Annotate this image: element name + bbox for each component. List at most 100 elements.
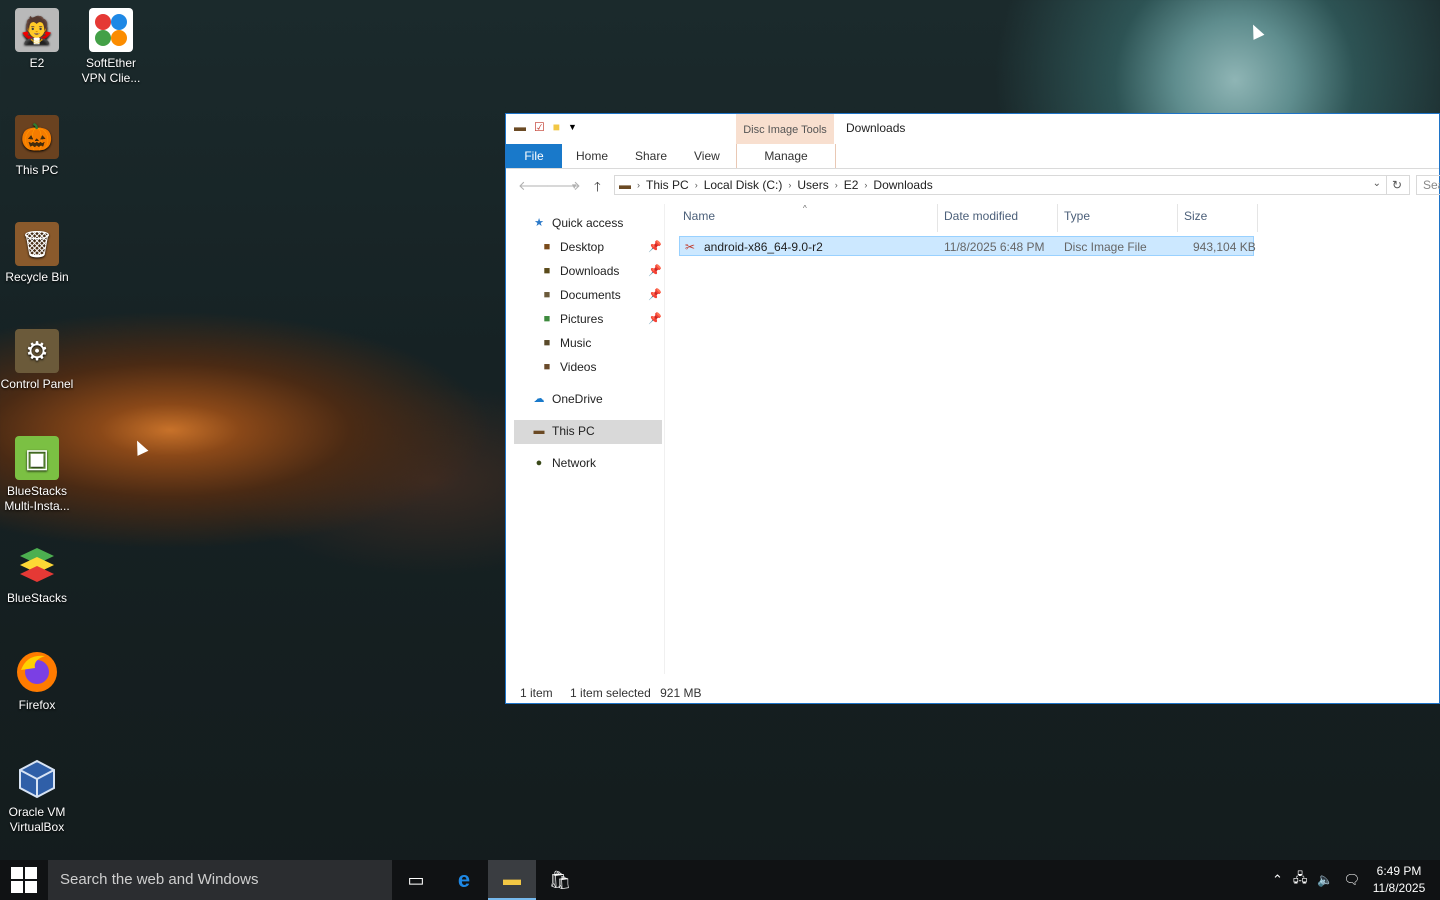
star-icon: ★	[534, 217, 544, 229]
cloud-icon: ☁	[533, 393, 545, 405]
search-input[interactable]: Sea	[1416, 175, 1440, 195]
column-header-date-modified[interactable]: Date modified	[944, 209, 1018, 223]
table-row[interactable]: ✂ android-x86_64-9.0-r2 11/8/2025 6:48 P…	[679, 236, 1256, 256]
pin-icon[interactable]: 📌	[648, 264, 662, 277]
show-hidden-icons-chevron-icon[interactable]: ⌃	[1272, 872, 1283, 888]
nav-item-pictures[interactable]: ■ Pictures	[540, 308, 604, 330]
action-center-icon[interactable]: 🗨	[1344, 872, 1361, 888]
nav-label: Network	[552, 456, 597, 470]
file-explorer-taskbar-icon[interactable]: ▬	[488, 860, 536, 900]
breadcrumb-separator: ›	[694, 180, 698, 190]
desktop-icon-virtualbox[interactable]: Oracle VM VirtualBox	[0, 757, 74, 835]
tab-share[interactable]: Share	[635, 144, 667, 168]
this-pc-icon: ▬	[619, 178, 631, 192]
nav-item-videos[interactable]: ■ Videos	[540, 356, 597, 378]
nav-label: Quick access	[552, 216, 624, 230]
recent-locations-chevron-icon[interactable]: ▾	[572, 181, 577, 192]
desktop-icon-bluestacks-multi[interactable]: ▣ BlueStacks Multi-Insta...	[0, 436, 74, 514]
breadcrumb-e2[interactable]: E2	[844, 178, 859, 192]
nav-item-desktop[interactable]: ■ Desktop	[540, 236, 604, 258]
nav-item-quick-access[interactable]: ★ Quick access	[532, 212, 623, 234]
taskbar-clock[interactable]: 6:49 PM 11/8/2025	[1366, 863, 1432, 897]
store-icon[interactable]: 🛍	[536, 860, 584, 900]
volume-muted-icon[interactable]: 🔈	[1317, 872, 1333, 888]
properties-icon[interactable]: ☑	[534, 120, 545, 134]
breadcrumb-users[interactable]: Users	[797, 178, 828, 192]
column-header-name[interactable]: Name	[683, 209, 715, 223]
taskbar-search-box[interactable]: Search the web and Windows	[48, 860, 392, 900]
desktop-icon-e2[interactable]: 🧛 E2	[0, 8, 74, 71]
window-title: Downloads	[846, 121, 906, 135]
sort-ascending-icon: ^	[803, 204, 807, 213]
taskbar: Search the web and Windows ▭ e ▬ 🛍 ⌃ 🖧 🔈…	[0, 860, 1440, 900]
breadcrumb-local-disk[interactable]: Local Disk (C:)	[704, 178, 783, 192]
clock-date: 11/8/2025	[1372, 881, 1426, 895]
title-bar[interactable]: ▬ ☑ ■ ▼ Disc Image Tools Downloads	[506, 114, 1439, 144]
desktop-icon-label: Control Panel	[0, 377, 74, 391]
tab-view[interactable]: View	[694, 144, 720, 168]
breadcrumb-separator: ›	[834, 180, 838, 190]
pin-icon[interactable]: 📌	[648, 240, 662, 253]
desktop-icon-control-panel[interactable]: ⚙ Control Panel	[0, 329, 74, 392]
status-bar: 1 item 1 item selected 921 MB	[520, 686, 715, 700]
system-tray: ⌃ 🖧 🔈 🗨	[1272, 860, 1360, 900]
column-header-type[interactable]: Type	[1064, 209, 1090, 223]
tab-file[interactable]: File	[506, 144, 562, 168]
customize-qat-icon[interactable]: ▼	[568, 122, 577, 132]
desktop-icon-this-pc[interactable]: 🎃 This PC	[0, 115, 74, 178]
refresh-icon[interactable]: ↻	[1386, 175, 1407, 195]
address-dropdown-icon[interactable]: ⌄	[1373, 178, 1381, 189]
column-separator[interactable]	[1257, 204, 1258, 232]
column-separator[interactable]	[937, 204, 938, 232]
ribbon-tabs: File Home Share View Manage	[506, 144, 1439, 169]
edge-icon[interactable]: e	[440, 860, 488, 900]
file-list: ^ Name Date modified Type Size ✂ android…	[676, 204, 1436, 674]
network-icon[interactable]: 🖧	[1293, 869, 1308, 891]
breadcrumb-this-pc[interactable]: This PC	[646, 178, 689, 192]
nav-label: Pictures	[560, 312, 604, 326]
virtualbox-cube-icon	[15, 757, 59, 801]
up-arrow-icon[interactable]: 🡑	[594, 178, 601, 200]
desktop-icon-recycle-bin[interactable]: 🗑 Recycle Bin	[0, 222, 74, 285]
firefox-icon	[15, 650, 59, 694]
task-view-icon[interactable]: ▭	[392, 860, 440, 900]
file-name: android-x86_64-9.0-r2	[704, 240, 823, 254]
desktop-icon-label: E2	[29, 56, 45, 70]
videos-folder-icon: ■	[543, 361, 551, 373]
desktop-icon-firefox[interactable]: Firefox	[0, 650, 74, 713]
clock-time: 6:49 PM	[1376, 864, 1422, 878]
disc-image-file-icon: ✂	[685, 240, 696, 254]
documents-folder-icon: ■	[543, 289, 551, 301]
desktop-icon-label: This PC	[15, 163, 59, 177]
downloads-folder-icon: ■	[543, 265, 551, 277]
column-separator[interactable]	[1177, 204, 1178, 232]
bluestacks-multi-icon: ▣	[15, 436, 59, 480]
desktop-icon-bluestacks[interactable]: BlueStacks	[0, 543, 74, 606]
nav-label: Desktop	[560, 240, 605, 254]
breadcrumb-downloads[interactable]: Downloads	[873, 178, 932, 192]
start-button[interactable]	[0, 860, 48, 900]
address-bar[interactable]: ▬ › This PC › Local Disk (C:) › Users › …	[614, 175, 1410, 195]
column-separator[interactable]	[1057, 204, 1058, 232]
pane-divider[interactable]	[664, 204, 665, 674]
file-explorer-window[interactable]: ▬ ☑ ■ ▼ Disc Image Tools Downloads File …	[505, 113, 1440, 704]
tab-home[interactable]: Home	[576, 144, 608, 168]
disc-image-tools-context-tab: Disc Image Tools	[736, 114, 834, 144]
quick-access-toolbar: ▬ ☑ ■ ▼	[514, 120, 577, 134]
file-size: 943,104 KB	[1193, 240, 1256, 254]
desktop-icon-softether[interactable]: SoftEther VPN Clie...	[74, 8, 148, 86]
pin-icon[interactable]: 📌	[648, 288, 662, 301]
new-folder-icon[interactable]: ■	[553, 120, 560, 134]
desktop-icon-label: Firefox	[18, 698, 56, 712]
pin-icon[interactable]: 📌	[648, 312, 662, 325]
nav-item-downloads[interactable]: ■ Downloads	[540, 260, 620, 282]
nav-item-music[interactable]: ■ Music	[540, 332, 592, 354]
tab-manage[interactable]: Manage	[736, 144, 836, 168]
address-row: 🡐 🡒 ▾ 🡑 ▬ › This PC › Local Disk (C:) › …	[506, 169, 1440, 203]
column-header-size[interactable]: Size	[1184, 209, 1207, 223]
nav-item-documents[interactable]: ■ Documents	[540, 284, 621, 306]
nav-item-this-pc[interactable]: ▬ This PC	[532, 420, 595, 442]
nav-item-network[interactable]: ● Network	[532, 452, 596, 474]
nav-item-onedrive[interactable]: ☁ OneDrive	[532, 388, 603, 410]
breadcrumb-separator: ›	[864, 180, 868, 190]
